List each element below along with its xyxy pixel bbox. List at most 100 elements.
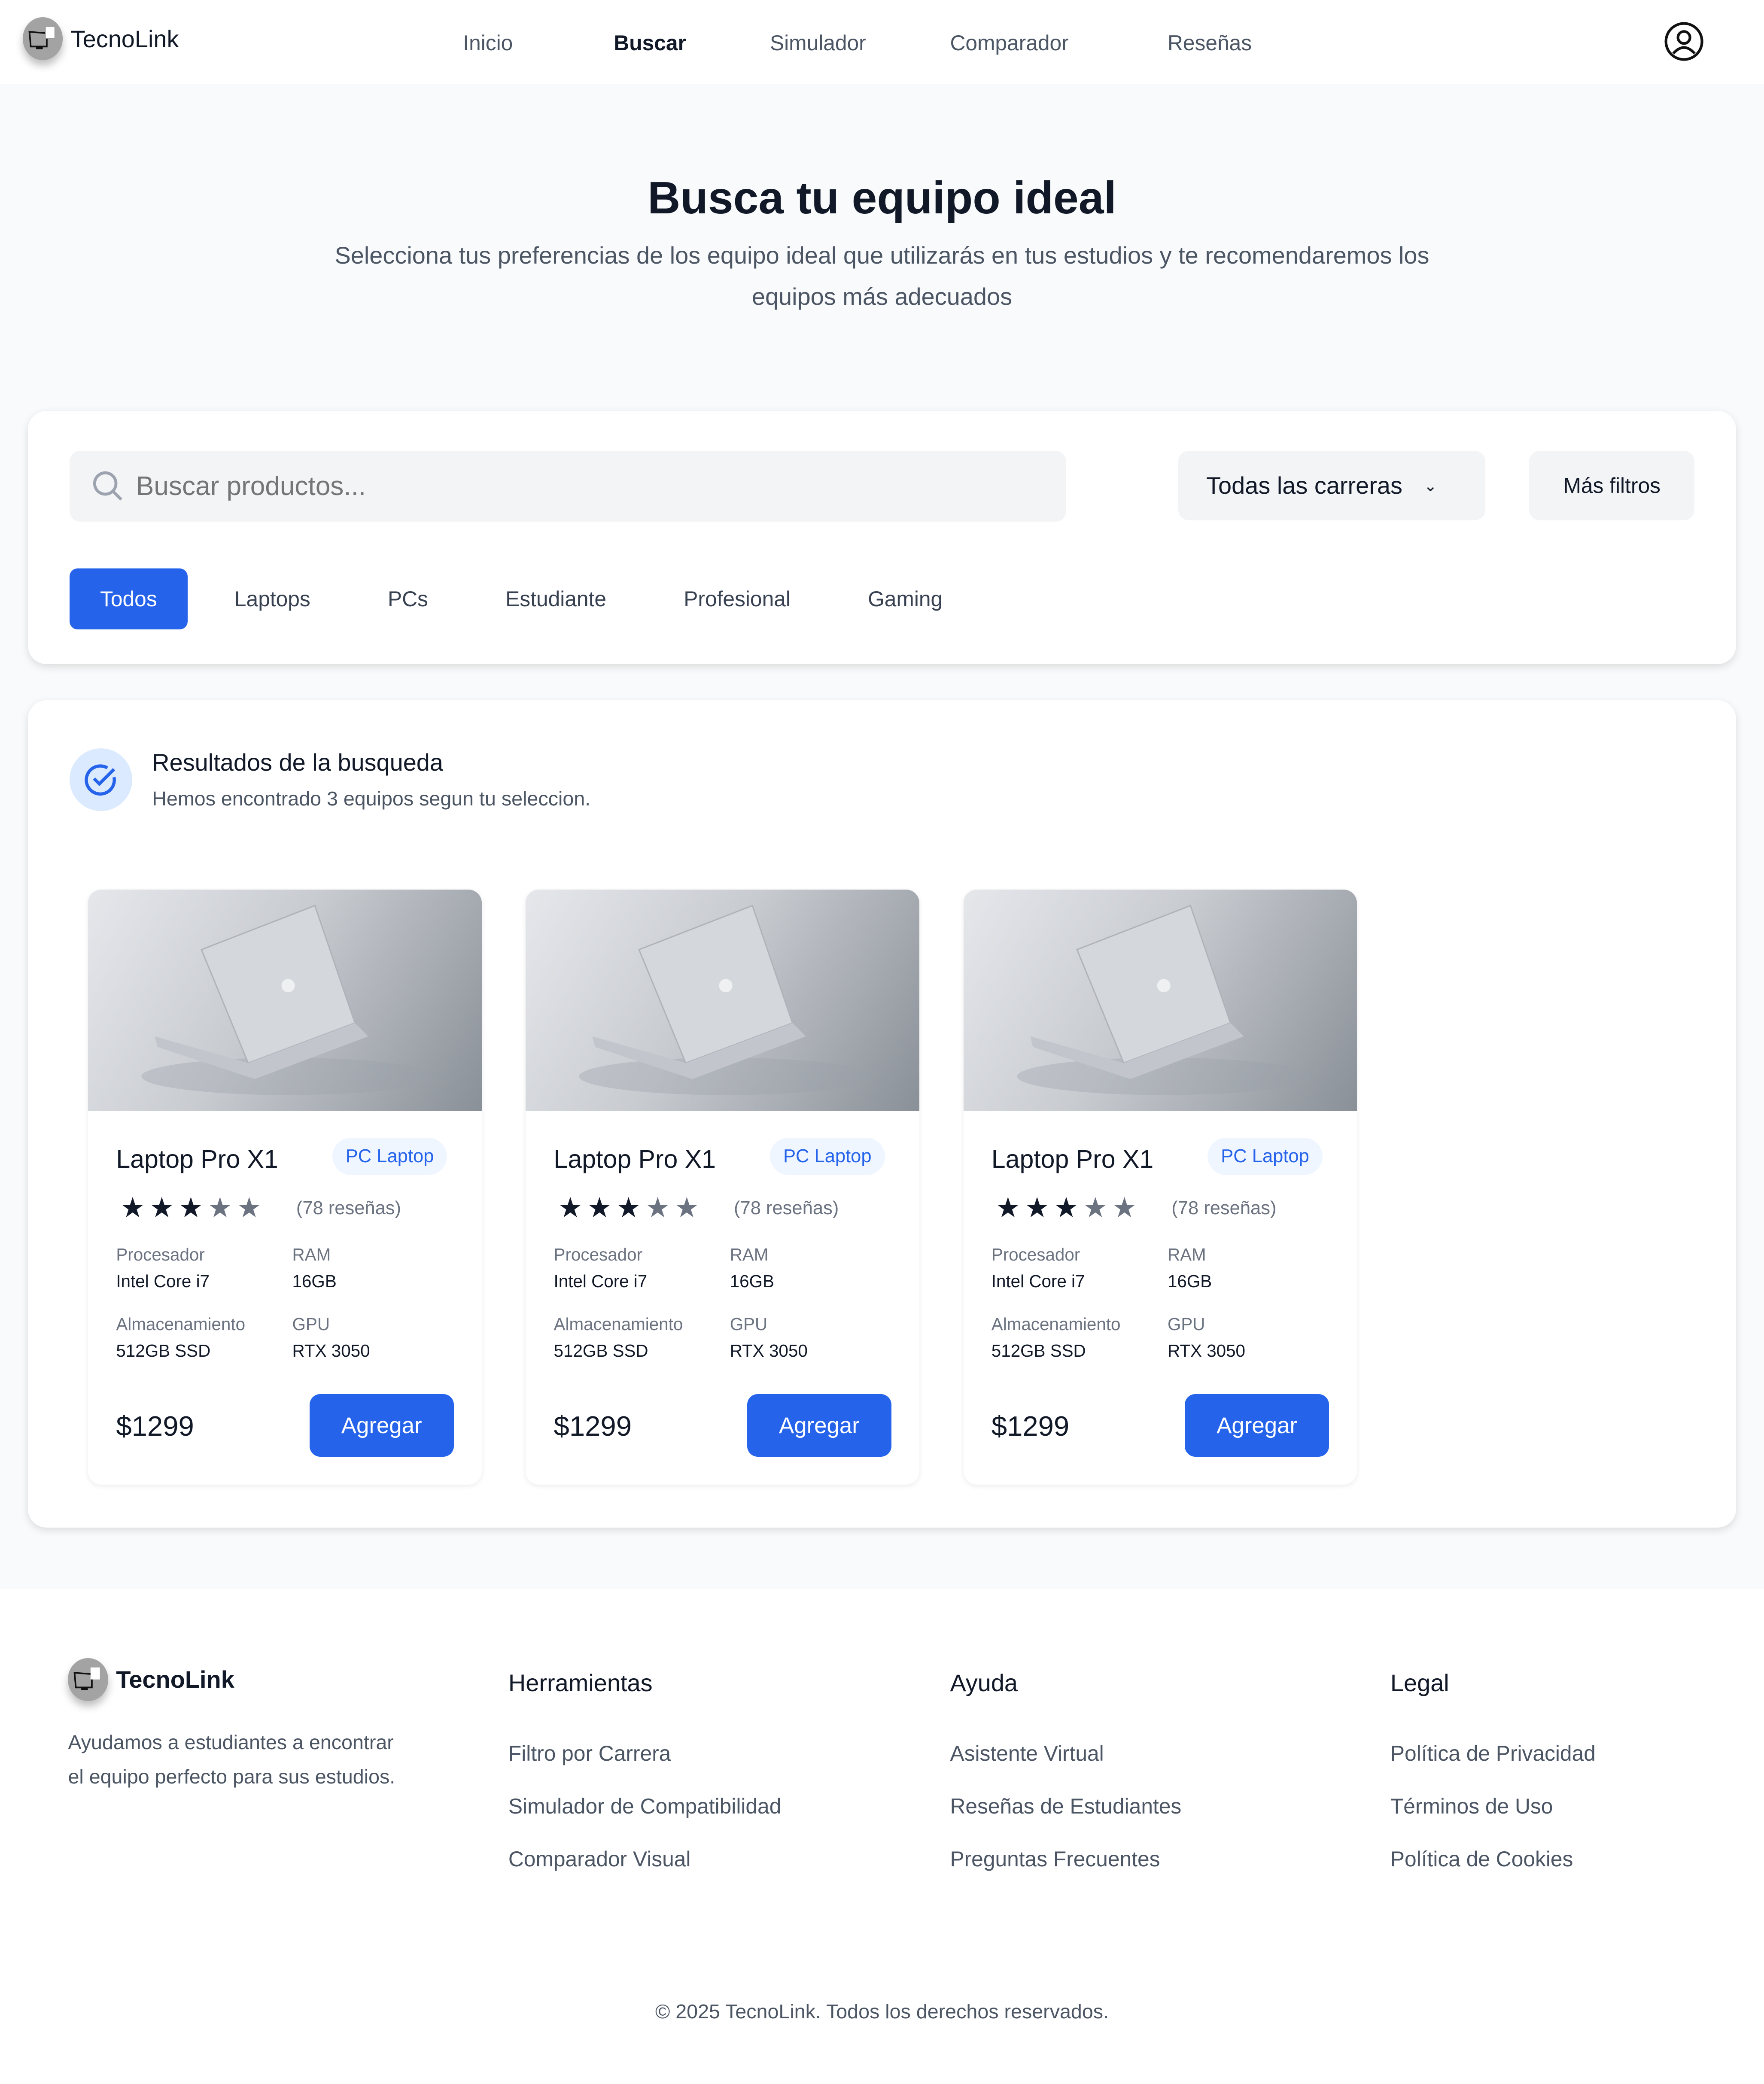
product-badge: PC Laptop [1207, 1138, 1323, 1175]
category-tabs: Todos Laptops PCs Estudiante Profesional… [69, 568, 989, 630]
tab-profesional[interactable]: Profesional [653, 568, 821, 630]
review-count: (78 reseñas) [296, 1198, 401, 1219]
user-account-icon[interactable] [1664, 21, 1704, 61]
star-icon: ★ [120, 1191, 149, 1223]
spec-item: RAM 16GB [292, 1245, 337, 1292]
spec-value: RTX 3050 [292, 1341, 370, 1361]
star-icon: ★ [1083, 1191, 1112, 1223]
footer-col-title: Legal [1390, 1669, 1449, 1697]
star-icon: ★ [1024, 1191, 1054, 1223]
spec-item: RAM 16GB [730, 1245, 774, 1292]
rating-stars: ★★★★★ [120, 1191, 266, 1224]
search-input[interactable] [133, 469, 1006, 503]
nav-simulador[interactable]: Simulador [770, 30, 866, 55]
spec-item: Almacenamiento 512GB SSD [991, 1314, 1121, 1361]
spec-value: 512GB SSD [554, 1341, 648, 1361]
footer-about: Ayudamos a estudiantes a encontrar el eq… [68, 1731, 395, 1788]
page-subtitle: Selecciona tus preferencias de los equip… [335, 241, 1429, 310]
nav-buscar[interactable]: Buscar [614, 30, 686, 55]
spec-value: 512GB SSD [116, 1341, 211, 1361]
footer-logo-icon [68, 1658, 108, 1701]
star-icon: ★ [1112, 1191, 1141, 1223]
product-price: $1299 [554, 1410, 632, 1442]
footer-link[interactable]: Comparador Visual [508, 1847, 781, 1871]
nav-resenas[interactable]: Reseñas [1168, 30, 1252, 55]
spec-label: Procesador [554, 1244, 643, 1264]
spec-item: RAM 16GB [1168, 1245, 1212, 1292]
chevron-down-icon: ⌄ [1423, 476, 1437, 495]
footer-link[interactable]: Filtro por Carrera [508, 1741, 781, 1766]
spec-value: Intel Core i7 [991, 1271, 1085, 1291]
spec-value: 16GB [1167, 1271, 1212, 1291]
spec-item: GPU RTX 3050 [730, 1314, 808, 1361]
footer-link[interactable]: Política de Privacidad [1390, 1741, 1596, 1766]
spec-value: Intel Core i7 [554, 1271, 648, 1291]
footer-link[interactable]: Términos de Uso [1390, 1794, 1596, 1819]
logo[interactable]: TecnoLink [22, 17, 179, 60]
star-icon: ★ [1053, 1191, 1083, 1223]
spec-item: Procesador Intel Core i7 [116, 1245, 210, 1292]
tab-laptops[interactable]: Laptops [204, 568, 341, 630]
product-name: Laptop Pro X1 [991, 1145, 1154, 1173]
logo-monitor-icon [22, 17, 63, 60]
search-icon [93, 471, 123, 501]
footer-link[interactable]: Reseñas de Estudiantes [950, 1794, 1181, 1819]
tab-gaming[interactable]: Gaming [837, 568, 973, 630]
footer-link[interactable]: Preguntas Frecuentes [950, 1847, 1181, 1871]
product-image [963, 890, 1357, 1112]
star-icon: ★ [557, 1191, 587, 1223]
more-filters-button[interactable]: Más filtros [1529, 451, 1695, 520]
check-circle-icon [69, 748, 132, 811]
add-button[interactable]: Agregar [309, 1394, 454, 1457]
spec-label: GPU [292, 1314, 330, 1334]
copyright: © 2025 TecnoLink. Todos los derechos res… [655, 2000, 1109, 2023]
star-icon: ★ [645, 1191, 675, 1223]
tab-estudiante[interactable]: Estudiante [475, 568, 637, 630]
footer-link[interactable]: Simulador de Compatibilidad [508, 1794, 781, 1819]
spec-item: GPU RTX 3050 [1168, 1314, 1245, 1361]
results-panel: Resultados de la busqueda Hemos encontra… [28, 700, 1736, 1528]
filters-panel: Todas las carreras ⌄ Más filtros Todos L… [28, 410, 1736, 665]
product-image [526, 890, 919, 1112]
product-image [88, 890, 482, 1112]
star-icon: ★ [587, 1191, 616, 1223]
spec-label: Almacenamiento [554, 1314, 683, 1334]
spec-label: GPU [1167, 1314, 1205, 1334]
spec-item: GPU RTX 3050 [292, 1314, 370, 1361]
product-card: Laptop Pro X1 PC Laptop ★★★★★ (78 reseña… [88, 890, 482, 1485]
nav-inicio[interactable]: Inicio [463, 30, 513, 55]
tab-todos[interactable]: Todos [69, 568, 188, 630]
star-icon: ★ [149, 1191, 179, 1223]
product-name: Laptop Pro X1 [116, 1145, 278, 1173]
product-badge: PC Laptop [332, 1138, 447, 1175]
footer-col-legal: Legal Política de Privacidad Términos de… [1390, 1669, 1596, 1871]
nav-comparador[interactable]: Comparador [950, 30, 1068, 55]
spec-label: RAM [730, 1244, 769, 1264]
search-box[interactable] [69, 451, 1066, 522]
rating-stars: ★★★★★ [995, 1191, 1141, 1224]
product-card: Laptop Pro X1 PC Laptop ★★★★★ (78 reseña… [963, 890, 1357, 1485]
review-count: (78 reseñas) [734, 1198, 839, 1219]
spec-value: 512GB SSD [991, 1341, 1086, 1361]
spec-label: RAM [1167, 1244, 1206, 1264]
footer-col-title: Ayuda [950, 1669, 1018, 1697]
footer-link[interactable]: Asistente Virtual [950, 1741, 1181, 1766]
spec-value: Intel Core i7 [116, 1271, 210, 1291]
add-button[interactable]: Agregar [1185, 1394, 1329, 1457]
star-icon: ★ [236, 1191, 266, 1223]
star-icon: ★ [995, 1191, 1025, 1223]
spec-value: 16GB [292, 1271, 337, 1291]
rating-stars: ★★★★★ [558, 1191, 703, 1224]
results-subtitle: Hemos encontrado 3 equipos segun tu sele… [152, 787, 591, 810]
spec-label: GPU [730, 1314, 768, 1334]
spec-label: Procesador [991, 1244, 1080, 1264]
spec-label: Almacenamiento [116, 1314, 246, 1334]
spec-label: RAM [292, 1244, 331, 1264]
star-icon: ★ [207, 1191, 237, 1223]
spec-value: RTX 3050 [1167, 1341, 1246, 1361]
career-select[interactable]: Todas las carreras ⌄ [1178, 451, 1485, 520]
add-button[interactable]: Agregar [747, 1394, 891, 1457]
tab-pcs[interactable]: PCs [357, 568, 459, 630]
footer-link[interactable]: Política de Cookies [1390, 1847, 1596, 1871]
page-title: Busca tu equipo ideal [648, 172, 1116, 223]
